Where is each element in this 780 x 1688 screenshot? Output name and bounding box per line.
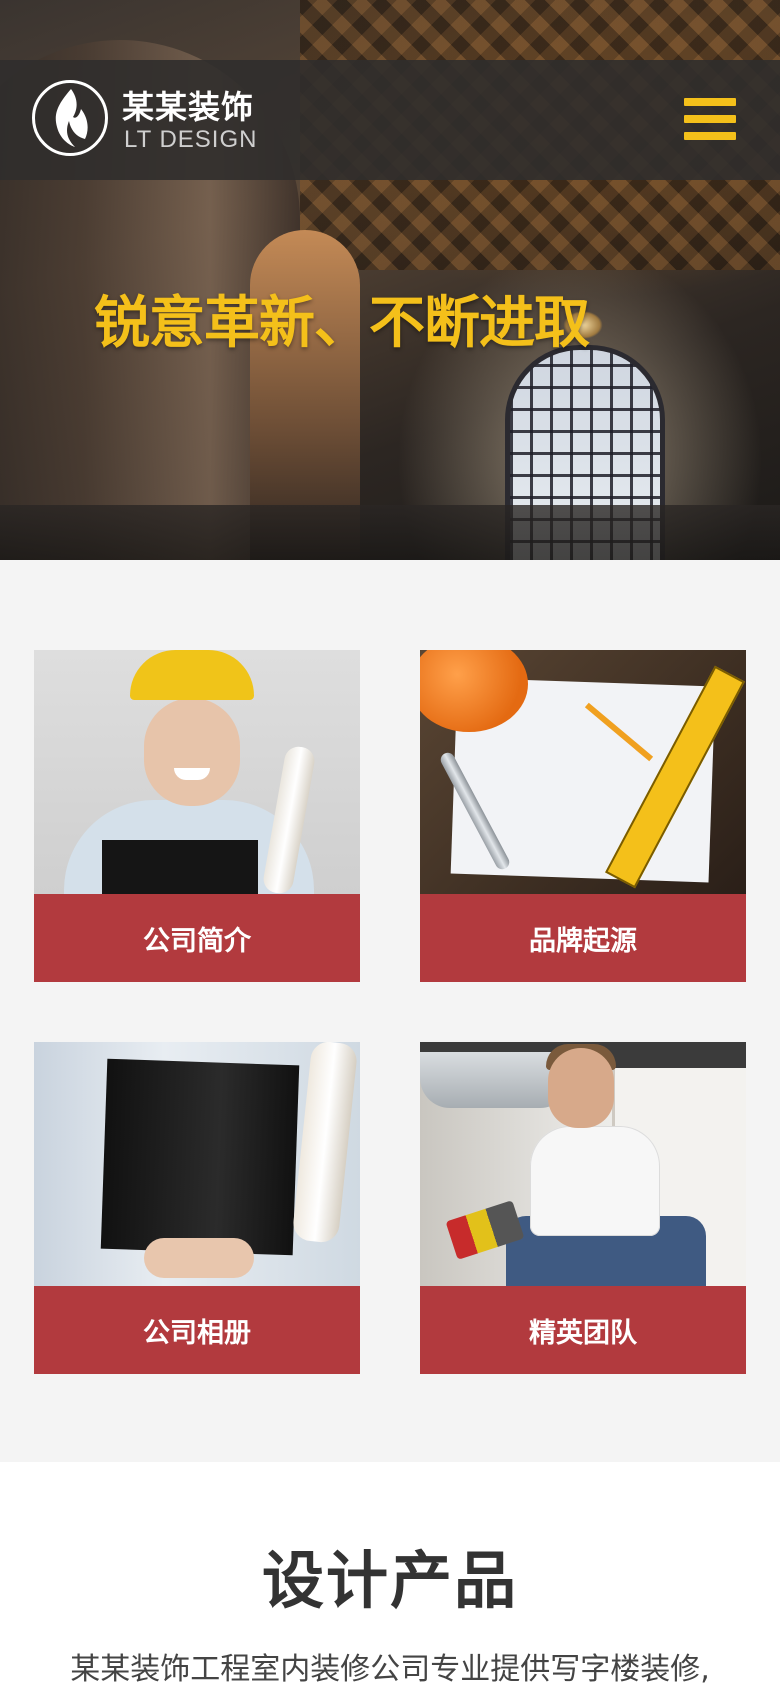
card-label: 公司简介 [34, 894, 360, 982]
card-photo-tools [420, 650, 746, 894]
card-photo-folder [34, 1042, 360, 1286]
products-section: 设计产品 某某装饰工程室内装修公司专业提供写字楼装修, [0, 1462, 780, 1688]
section-title: 设计产品 [261, 1544, 518, 1617]
card-photo-worker-woman [34, 650, 360, 894]
card-brand-origin[interactable]: 品牌起源 [420, 650, 746, 982]
brand-subtitle: LT DESIGN [124, 126, 258, 153]
card-label: 品牌起源 [420, 894, 746, 982]
card-photo-plumber [420, 1042, 746, 1286]
brand-name: 某某装饰 [122, 88, 255, 126]
hero-floor [0, 505, 780, 560]
hero-banner: 某某装饰 LT DESIGN 锐意革新、不断进取 [0, 0, 780, 560]
flame-icon [55, 89, 88, 147]
card-label: 精英团队 [420, 1286, 746, 1374]
card-elite-team[interactable]: 精英团队 [420, 1042, 746, 1374]
section-description: 某某装饰工程室内装修公司专业提供写字楼装修, [70, 1652, 710, 1687]
hero-slogan: 锐意革新、不断进取 [94, 291, 590, 356]
card-label: 公司相册 [34, 1286, 360, 1374]
header-bar: 某某装饰 LT DESIGN [0, 60, 780, 180]
hamburger-menu-icon[interactable] [684, 98, 736, 140]
card-company-album[interactable]: 公司相册 [34, 1042, 360, 1374]
card-company-intro[interactable]: 公司简介 [34, 650, 360, 982]
logo[interactable] [32, 80, 108, 156]
nav-cards-section: 公司简介 品牌起源 公司相册 精英团队 [0, 560, 780, 1462]
